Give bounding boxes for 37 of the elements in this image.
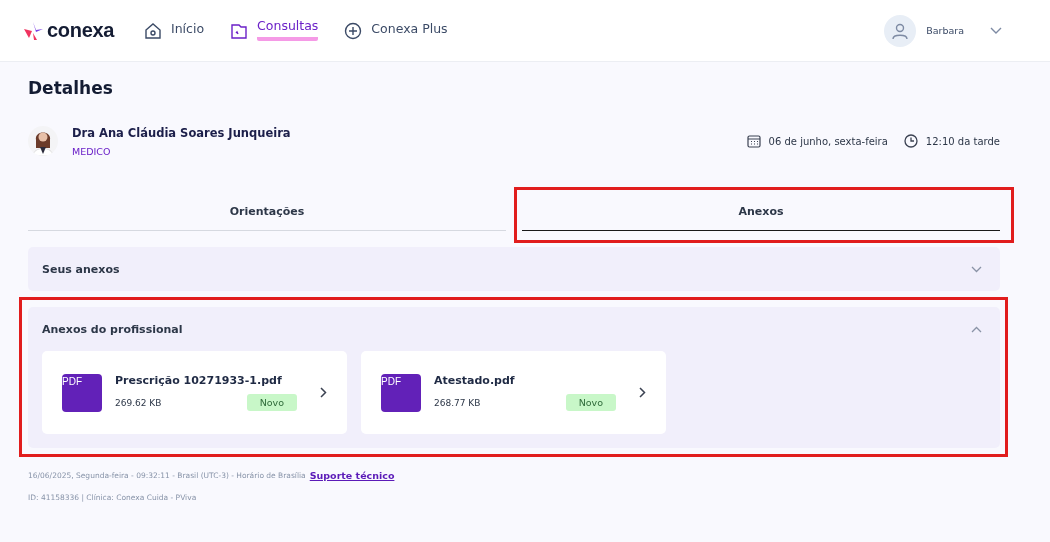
file-size: 269.62 KB — [115, 397, 162, 408]
new-badge: Novo — [246, 394, 297, 411]
clock-icon — [903, 134, 918, 148]
doctor-role: MEDICO — [72, 145, 112, 157]
page-title: Detalhes — [28, 78, 114, 98]
appointment-date: 06 de junho, sexta-feira — [768, 135, 888, 147]
tab[interactable]: Anexos — [522, 193, 1000, 231]
nav-link[interactable]: Início — [144, 17, 205, 44]
doctor-name: Dra Ana Cláudia Soares Junqueira — [72, 125, 291, 140]
file-size: 268.77 KB — [434, 397, 481, 408]
new-badge: Novo — [565, 394, 616, 411]
accordion-title[interactable]: Seus anexos — [42, 262, 120, 276]
chevron-icon[interactable] — [971, 265, 982, 273]
nav-link[interactable]: Consultas — [230, 17, 319, 44]
user-name[interactable]: Barbara — [926, 25, 964, 36]
file-name: Atestado.pdf — [434, 374, 516, 387]
plus-circle-icon — [344, 21, 363, 40]
chevron-down-icon[interactable] — [990, 26, 1002, 35]
chevron-right-icon[interactable] — [639, 387, 646, 398]
pdf-file-icon: PDF — [62, 373, 102, 412]
folder-icon — [230, 21, 249, 40]
file-card[interactable]: PDF Atestado.pdf 268.77 KB Novo — [361, 351, 666, 434]
support-link[interactable]: Suporte técnico — [309, 470, 395, 481]
chevron-icon[interactable] — [971, 325, 982, 333]
chevron-right-icon[interactable] — [320, 387, 327, 398]
appointment-time: 12:10 da tarde — [925, 135, 1000, 147]
logo-icon — [24, 20, 44, 41]
calendar-icon — [746, 134, 761, 148]
pdf-file-icon: PDF — [381, 373, 421, 412]
user-avatar-icon[interactable] — [884, 14, 917, 47]
home-icon — [144, 21, 162, 40]
tab[interactable]: Orientações — [28, 193, 506, 231]
brand-name[interactable]: conexa — [47, 19, 115, 42]
file-card[interactable]: PDF Prescrição 10271933-1.pdf 269.62 KB Novo — [42, 351, 347, 434]
file-name: Prescrição 10271933-1.pdf — [115, 374, 283, 387]
nav-link[interactable]: Conexa Plus — [344, 17, 448, 44]
accordion-title[interactable]: Anexos do profissional — [42, 322, 183, 336]
